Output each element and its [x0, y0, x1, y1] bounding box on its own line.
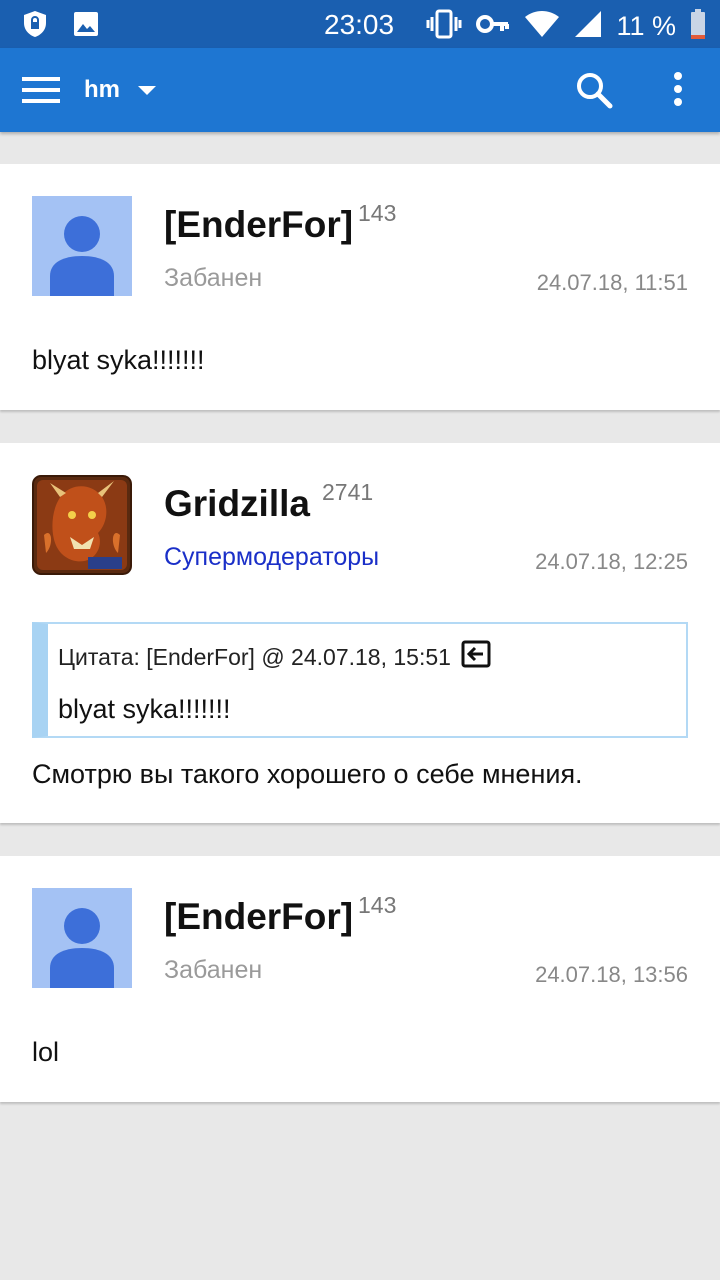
battery-percentage: 11 %: [616, 11, 676, 41]
more-vert-icon[interactable]: [664, 70, 692, 110]
battery-icon: [690, 9, 706, 44]
user-group[interactable]: Супермодераторы: [164, 543, 379, 572]
app-bar: hm: [0, 48, 720, 132]
image-icon: [72, 10, 100, 43]
user-group: Забанен: [164, 264, 263, 292]
clock: 23:03: [324, 9, 395, 40]
signal-icon: [574, 10, 602, 43]
quote-header: Цитата: [EnderFor] @ 24.07.18, 15:51: [58, 640, 491, 674]
post: Gridzilla 2741 Супермодераторы 24.07.18,…: [0, 443, 720, 823]
post: [EnderFor] 143 Забанен 24.07.18, 13:56 l…: [0, 856, 720, 1102]
shield-icon: [22, 10, 48, 43]
reputation[interactable]: 2741: [322, 479, 373, 506]
avatar[interactable]: [32, 888, 132, 988]
reputation[interactable]: 143: [358, 200, 396, 227]
wifi-icon: [524, 10, 560, 43]
vibrate-icon: [426, 9, 462, 44]
post-body: lol: [32, 1037, 60, 1067]
post-date: 24.07.18, 12:25: [535, 549, 688, 574]
key-icon: [476, 13, 510, 40]
user-group: Забанен: [164, 956, 263, 984]
dropdown-icon[interactable]: [138, 86, 156, 95]
reputation[interactable]: 143: [358, 892, 396, 919]
menu-icon[interactable]: [22, 74, 62, 106]
quote-header-text: Цитата: [EnderFor] @ 24.07.18, 15:51: [58, 643, 451, 670]
search-icon[interactable]: [574, 70, 614, 110]
quote-text: blyat syka!!!!!!!: [58, 694, 231, 724]
post-body: blyat syka!!!!!!!: [32, 345, 205, 375]
post: [EnderFor] 143 Забанен 24.07.18, 11:51 b…: [0, 164, 720, 410]
post-date: 24.07.18, 13:56: [535, 962, 688, 987]
avatar[interactable]: [32, 196, 132, 296]
quote-block: Цитата: [EnderFor] @ 24.07.18, 15:51 bly…: [32, 622, 688, 738]
post-author[interactable]: [EnderFor]: [164, 896, 353, 938]
status-bar: 23:03 11 %: [0, 0, 720, 48]
post-author[interactable]: Gridzilla: [164, 483, 310, 525]
post-date: 24.07.18, 11:51: [536, 270, 688, 295]
post-body: Смотрю вы такого хорошего о себе мнения.: [32, 759, 583, 789]
post-author[interactable]: [EnderFor]: [164, 204, 353, 246]
page-title[interactable]: hm: [84, 76, 120, 104]
goto-quote-icon[interactable]: [461, 640, 491, 674]
avatar[interactable]: [32, 475, 132, 575]
